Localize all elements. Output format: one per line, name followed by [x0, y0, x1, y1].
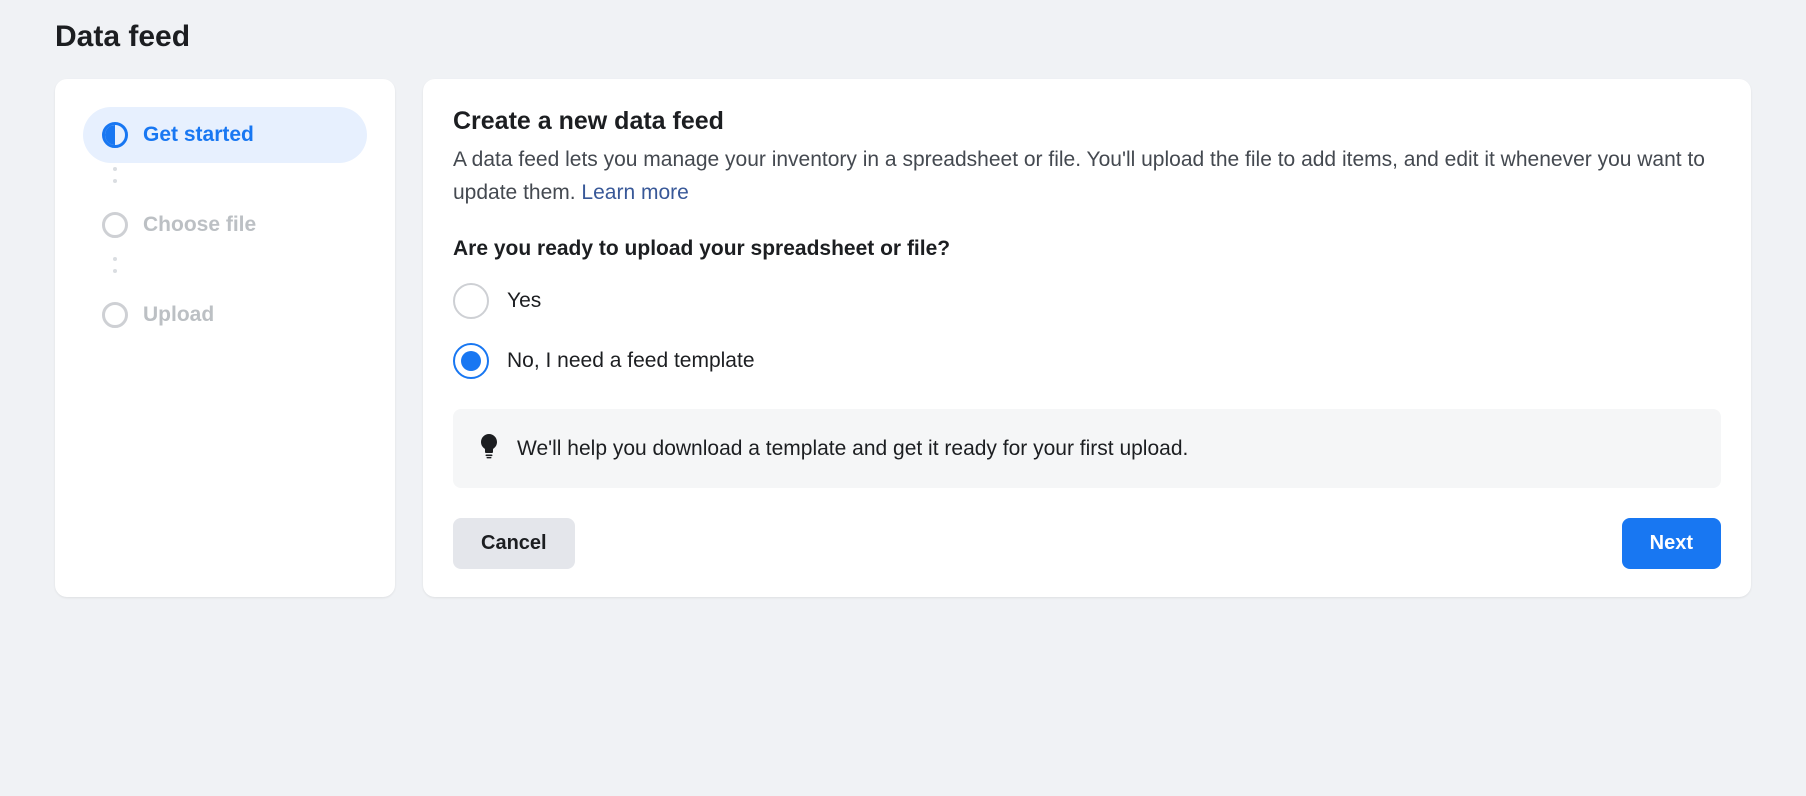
page-title: Data feed: [55, 20, 1751, 54]
step-connector: [83, 253, 367, 287]
action-bar: Cancel Next: [453, 518, 1721, 569]
step-connector: [83, 163, 367, 197]
empty-circle-icon: [101, 301, 129, 329]
radio-option-yes[interactable]: Yes: [453, 283, 1721, 319]
wizard-steps-sidebar: Get started Choose file Upload: [55, 79, 395, 597]
step-get-started[interactable]: Get started: [83, 107, 367, 163]
radio-option-no[interactable]: No, I need a feed template: [453, 343, 1721, 379]
info-banner: We'll help you download a template and g…: [453, 409, 1721, 488]
step-upload[interactable]: Upload: [83, 287, 367, 343]
step-list: Get started Choose file Upload: [83, 107, 367, 343]
radio-label: No, I need a feed template: [507, 349, 755, 373]
next-button[interactable]: Next: [1622, 518, 1721, 569]
main-heading: Create a new data feed: [453, 107, 1721, 136]
radio-icon: [453, 343, 489, 379]
radio-icon: [453, 283, 489, 319]
step-label: Get started: [143, 123, 254, 147]
main-panel: Create a new data feed A data feed lets …: [423, 79, 1751, 597]
lightbulb-icon: [479, 433, 499, 464]
empty-circle-icon: [101, 211, 129, 239]
radio-label: Yes: [507, 289, 541, 313]
main-description: A data feed lets you manage your invento…: [453, 144, 1721, 209]
radio-group-ready: Yes No, I need a feed template: [453, 283, 1721, 379]
half-progress-icon: [101, 121, 129, 149]
cancel-button[interactable]: Cancel: [453, 518, 575, 569]
ready-question: Are you ready to upload your spreadsheet…: [453, 237, 1721, 261]
info-text: We'll help you download a template and g…: [517, 437, 1188, 461]
learn-more-link[interactable]: Learn more: [581, 181, 688, 204]
layout-container: Get started Choose file Upload Create a …: [55, 79, 1751, 597]
step-choose-file[interactable]: Choose file: [83, 197, 367, 253]
step-label: Choose file: [143, 213, 256, 237]
step-label: Upload: [143, 303, 214, 327]
